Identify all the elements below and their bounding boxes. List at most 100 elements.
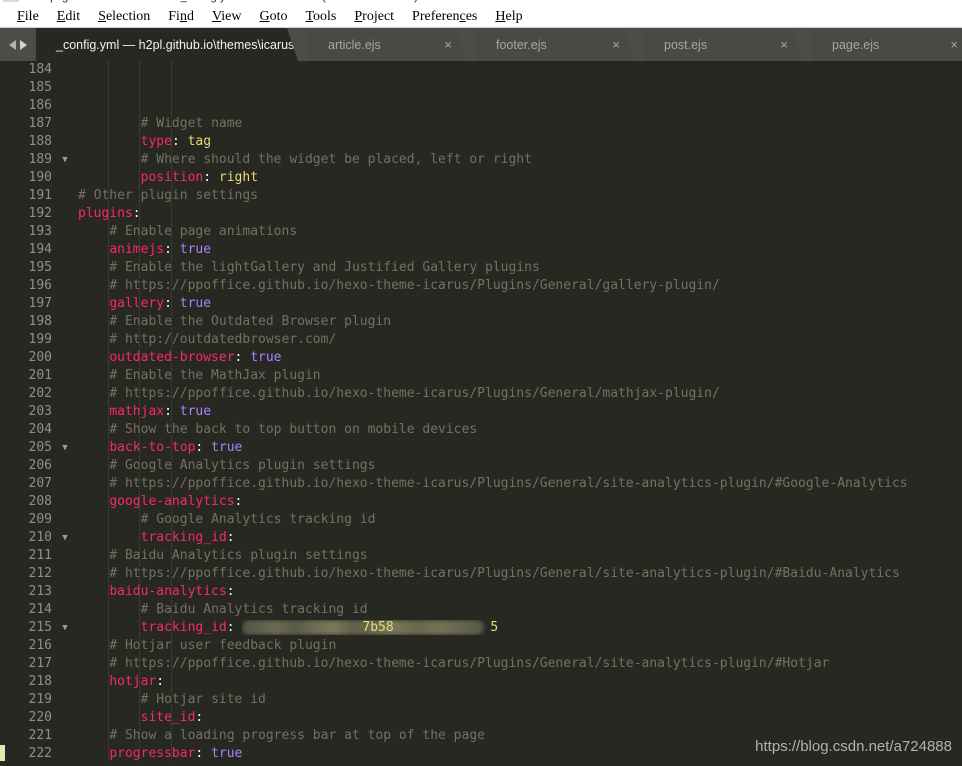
code-line[interactable]: google-analytics: [78,493,962,511]
token-punc: : [226,530,235,545]
code-line[interactable]: # Hotjar site id [78,691,962,709]
menu-item-selection[interactable]: Selection [89,7,159,27]
fold-column-cell [57,295,73,313]
editor-area[interactable]: 184 185 186 187 188 189 190 191 192 193 194 195 196 1… [0,61,962,761]
fold-column-cell [57,475,73,493]
code-line[interactable]: # Baidu Analytics tracking id [78,601,962,619]
token-comment: # https://ppoffice.github.io/hexo-theme-… [109,476,908,491]
code-line[interactable]: # https://ppoffice.github.io/hexo-theme-… [78,565,962,583]
tab-article.ejs[interactable]: article.ejs × [308,28,466,61]
code-line[interactable]: gallery: true [78,295,962,313]
token-key: back-to-top [109,440,196,455]
code-line[interactable]: # http://outdatedbrowser.com/ [78,331,962,349]
next-tab-arrow-icon[interactable] [20,39,27,50]
code-line[interactable]: type: tag [78,133,962,151]
menu-item-preferences[interactable]: Preferences [403,7,486,27]
menu-item-find[interactable]: Find [159,7,203,27]
tab-footer.ejs[interactable]: footer.ejs × [476,28,634,61]
fold-column-cell [57,61,73,79]
code-line[interactable]: mathjax: true [78,403,962,421]
window-title-bar: E:\h2pl.github.io\themes\icarus\_config.… [0,0,962,6]
token-punc: : [164,404,180,419]
code-line[interactable]: back-to-top: true [78,439,962,457]
code-line[interactable]: # Enable the Outdated Browser plugin [78,313,962,331]
code-line[interactable]: # https://ppoffice.github.io/hexo-theme-… [78,655,962,673]
code-line[interactable]: position: right [78,169,962,187]
sublime-text-window: E:\h2pl.github.io\themes\icarus\_config.… [0,0,962,766]
tab-close-icon[interactable]: × [950,38,958,51]
line-number: 189 [28,152,52,167]
code-line[interactable]: plugins: [78,205,962,223]
token-bool: true [179,404,212,419]
code-line[interactable]: site_id: [78,709,962,727]
code-line[interactable]: # Hotjar user feedback plugin [78,637,962,655]
code-line[interactable]: # Enable page animations [78,223,962,241]
tab-close-icon[interactable]: × [612,38,620,51]
fold-triangle-icon[interactable]: ▼ [57,619,73,637]
menu-item-view[interactable]: View [203,7,251,27]
code-line[interactable]: # https://ppoffice.github.io/hexo-theme-… [78,385,962,403]
token-punc: : [164,242,180,257]
fold-column-cell [57,97,73,115]
menu-item-tools[interactable]: Tools [296,7,345,27]
fold-column-cell [57,385,73,403]
fold-triangle-icon[interactable]: ▼ [57,529,73,547]
code-line[interactable]: # Widget name [78,115,962,133]
fold-column-cell [57,259,73,277]
menu-item-project[interactable]: Project [345,7,403,27]
prev-tab-arrow-icon[interactable] [9,39,16,50]
code-line[interactable]: baidu-analytics: [78,583,962,601]
menu-item-help[interactable]: Help [486,7,531,27]
fold-triangle-icon[interactable]: ▼ [57,439,73,457]
fold-triangle-icon[interactable]: ▼ [57,151,73,169]
token-key: tracking_id [140,620,227,635]
code-line[interactable]: progressbar: true [78,745,962,761]
menu-item-file[interactable]: File [8,7,48,27]
code-line[interactable]: # Where should the widget be placed, lef… [78,151,962,169]
code-line[interactable]: # Baidu Analytics plugin settings [78,547,962,565]
code-line[interactable]: outdated-browser: true [78,349,962,367]
line-number: 200 [28,350,52,365]
code-line[interactable]: # Enable the lightGallery and Justified … [78,259,962,277]
token-key: site_id [140,710,196,725]
token-comment: # Google Analytics tracking id [140,512,376,527]
code-line[interactable]: tracking_id: 7b58 5 [78,619,962,637]
code-line[interactable]: # Enable the MathJax plugin [78,367,962,385]
code-line[interactable]: tracking_id: [78,529,962,547]
code-line[interactable]: # Show the back to top button on mobile … [78,421,962,439]
code-line[interactable]: # Google Analytics plugin settings [78,457,962,475]
code-line[interactable]: hotjar: [78,673,962,691]
tab-post.ejs[interactable]: post.ejs × [644,28,802,61]
line-number: 188 [28,134,52,149]
tab-nav-arrows[interactable] [0,28,36,61]
token-key: mathjax [109,404,165,419]
token-comment: # Enable the lightGallery and Justified … [109,260,540,275]
redacted-tracking-id: 7b58 5 [242,620,502,635]
line-number: 217 [28,656,52,671]
line-number: 184 [28,62,52,77]
fold-column-cell [57,349,73,367]
code-line[interactable]: animejs: true [78,241,962,259]
code-line[interactable]: # https://ppoffice.github.io/hexo-theme-… [78,475,962,493]
code-line[interactable]: # https://ppoffice.github.io/hexo-theme-… [78,277,962,295]
code-line[interactable]: # Google Analytics tracking id [78,511,962,529]
code-content[interactable]: # Widget name type: tag # Where should t… [73,61,962,761]
code-fold-column[interactable]: ▼ ▼ ▼ ▼ [57,61,73,761]
code-line[interactable]: # Show a loading progress bar at top of … [78,727,962,745]
line-number: 194 [28,242,52,257]
menu-item-edit[interactable]: Edit [48,7,89,27]
tab-close-icon[interactable]: × [780,38,788,51]
line-number: 218 [28,674,52,689]
token-comment: # Baidu Analytics plugin settings [109,548,368,563]
line-number: 185 [28,80,52,95]
tab-page.ejs[interactable]: page.ejs × [812,28,962,61]
tab-close-icon[interactable]: × [444,38,452,51]
code-line[interactable]: # Other plugin settings [78,187,962,205]
tab-_config.yml[interactable]: _config.yml — h2pl.github.io\themes\icar… [36,28,298,61]
menu-item-goto[interactable]: Goto [250,7,296,27]
